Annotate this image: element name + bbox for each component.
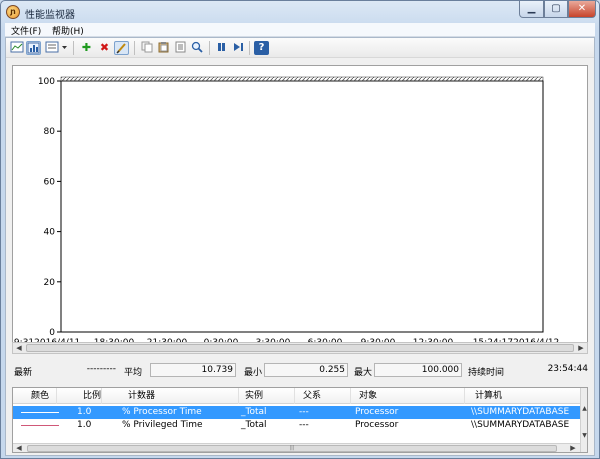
cell-scale: 1.0 [77,407,92,417]
column-header-computer[interactable]: 计算机 [465,388,580,404]
counter-row[interactable]: 1.0 % Processor Time _Total --- Processor \\S… [13,406,580,419]
counter-list: 颜色 比例 计数器 实例 父系 对象 计算机 1.0 % Processor Ti… [12,387,588,453]
add-counter-icon[interactable]: ✚ [79,41,94,55]
y-axis-ticks: 0 20 40 60 80 100 [38,77,61,338]
perfmon-app-icon: ɲ [6,5,20,19]
counter-list-hscroll[interactable]: ◀ ||| ▶ [13,443,580,452]
close-button[interactable]: ✕ [568,1,596,18]
dropdown-arrow-icon[interactable] [60,41,69,55]
minimum-label: 最小 [244,368,263,378]
y-tick-label: 0 [49,328,55,338]
properties-icon[interactable] [173,41,188,55]
counter-list-vscroll[interactable]: ▲ ▼ [580,388,587,452]
counter-list-header: 颜色 比例 计数器 实例 父系 对象 计算机 [13,388,580,404]
paste-counter-list-icon[interactable] [156,41,171,55]
latest-value: --------- [86,364,116,374]
cell-instance: _Total [241,407,267,417]
cell-parent: --- [299,407,309,417]
column-header-parent[interactable]: 父系 [295,388,351,404]
scroll-thumb[interactable]: ||| [27,445,557,452]
maximize-button[interactable]: ▢ [544,1,568,18]
latest-label: 最新 [14,368,33,378]
y-tick-label: 80 [44,127,56,137]
cell-instance: _Total [241,420,267,430]
cell-object: Processor [355,420,399,430]
y-tick-label: 60 [44,177,56,187]
highlight-icon[interactable] [114,41,129,55]
column-header-scale[interactable]: 比例 [57,388,102,404]
toolbar-separator [249,41,250,55]
column-header-object[interactable]: 对象 [351,388,465,404]
statistics-bar: 最新 --------- 平均 10.739 最小 0.255 最大 100.0… [12,363,592,378]
maximum-value: 100.000 [374,363,462,377]
freeze-display-icon[interactable] [214,41,229,55]
counter-row[interactable]: 1.0 % Privileged Time _Total --- Processor \\… [13,419,580,432]
time-bar [60,76,544,82]
menu-help[interactable]: 帮助(H) [52,24,84,37]
cell-counter: % Privileged Time [122,420,203,430]
y-tick-label: 100 [38,77,55,87]
minimize-button[interactable]: ▁ [519,1,544,18]
scroll-left-arrow-icon[interactable]: ◀ [13,343,25,353]
cell-computer: \\SUMMARYDATABASE [471,407,570,417]
graph-time-scrollbar[interactable]: ◀ ▶ [12,342,588,354]
plot-frame [60,80,544,333]
toolbar: ✚ ✖ ? [6,38,594,58]
column-header-instance[interactable]: 实例 [239,388,295,404]
cell-computer: \\SUMMARYDATABASE [471,420,570,430]
column-header-color[interactable]: 颜色 [13,388,57,404]
delete-counter-icon[interactable]: ✖ [97,41,112,55]
y-tick-label: 20 [44,278,56,288]
title-bar[interactable]: ɲ 性能监视器 ▁ ▢ ✕ [1,1,599,23]
toolbar-separator [209,41,210,55]
copy-properties-icon[interactable] [139,41,154,55]
view-report-icon[interactable] [44,41,59,55]
scroll-up-arrow-icon[interactable]: ▲ [581,405,587,413]
column-header-counter[interactable]: 计数器 [102,388,239,404]
cell-object: Processor [355,407,399,417]
perfmon-window: ɲ 性能监视器 ▁ ▢ ✕ 文件(F) 帮助(H) ✚ ✖ ? 0 20 40 … [0,0,600,459]
duration-label: 持续时间 [468,368,505,378]
y-tick-label: 40 [44,228,56,238]
average-label: 平均 [124,368,143,378]
cell-counter: % Processor Time [122,407,202,417]
zoom-icon[interactable] [190,41,205,55]
view-graph-icon[interactable] [9,41,24,55]
duration-value: 23:54:44 [547,364,588,374]
toolbar-separator [134,41,135,55]
scroll-right-arrow-icon[interactable]: ▶ [567,444,579,452]
minimum-value: 0.255 [264,363,348,377]
scroll-right-arrow-icon[interactable]: ▶ [575,343,587,353]
menu-file[interactable]: 文件(F) [11,24,41,37]
update-data-icon[interactable] [231,41,246,55]
color-swatch [21,412,59,413]
toolbar-separator [73,41,74,55]
cell-scale: 1.0 [77,420,92,430]
scroll-thumb[interactable] [26,344,574,352]
window-title: 性能监视器 [25,10,75,21]
scroll-left-arrow-icon[interactable]: ◀ [13,444,25,452]
help-icon[interactable]: ? [254,41,269,55]
scroll-down-arrow-icon[interactable]: ▼ [581,432,587,440]
menu-bar: 文件(F) 帮助(H) [5,23,595,37]
color-swatch [21,425,59,426]
average-value: 10.739 [150,363,236,377]
maximum-label: 最大 [354,368,373,378]
line-chart: 020406080100 15:29:312016/4/1118:30:0021… [0,76,559,348]
main-content: ✚ ✖ ? 0 20 40 60 80 100 ◀ ▶ 最新 ---------… [0,37,595,456]
view-histogram-icon[interactable] [26,41,41,55]
cell-parent: --- [299,420,309,430]
graph-pane: 020406080100 15:29:312016/4/1118:30:0021… [0,65,588,348]
